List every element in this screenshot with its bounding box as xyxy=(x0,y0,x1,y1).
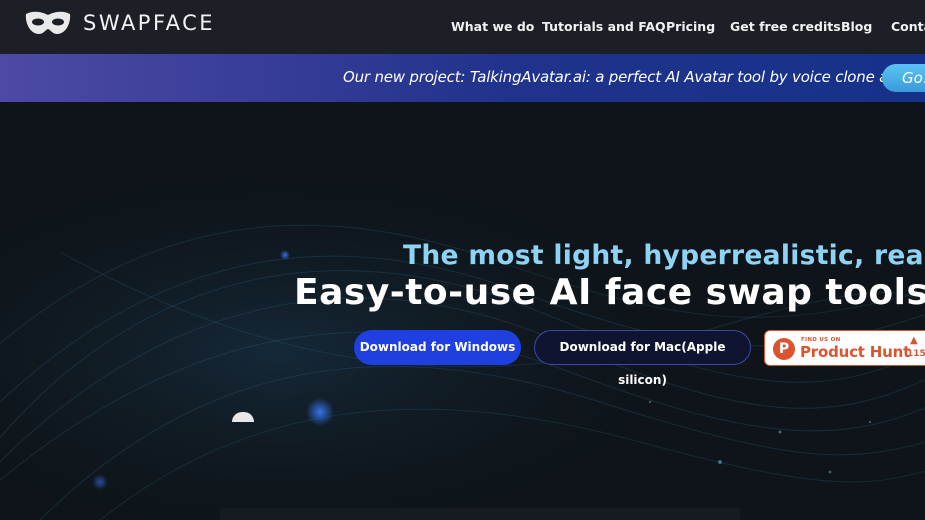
preview-strip xyxy=(220,508,740,520)
nav-blog[interactable]: Blog xyxy=(841,19,872,35)
nav-get-free-credits[interactable]: Get free credits xyxy=(730,19,841,35)
banner-go-button[interactable]: Go! xyxy=(882,64,925,92)
nav-tutorials-faq[interactable]: Tutorials and FAQ xyxy=(542,19,666,35)
hero-tagline: The most light, hyperrealistic, real-tim… xyxy=(403,240,925,271)
top-navigation: SWAPFACE What we do Tutorials and FAQ Pr… xyxy=(0,0,925,54)
product-hunt-upvote-count: 115 xyxy=(907,349,925,359)
nav-pricing[interactable]: Pricing xyxy=(666,19,715,35)
download-windows-button[interactable]: Download for Windows xyxy=(354,330,521,365)
brand-logo[interactable]: SWAPFACE xyxy=(24,10,215,36)
product-hunt-badge[interactable]: P FIND US ON Product Hunt ▲ 115 xyxy=(764,330,925,366)
announcement-banner: Our new project: TalkingAvatar.ai: a per… xyxy=(0,54,925,102)
banner-text[interactable]: Our new project: TalkingAvatar.ai: a per… xyxy=(343,68,925,86)
product-hunt-name: Product Hunt xyxy=(800,343,911,361)
hero-headline: Easy-to-use AI face swap tools in the wo xyxy=(294,272,925,313)
upvote-arrow-icon: ▲ xyxy=(910,335,918,346)
product-hunt-icon: P xyxy=(773,338,795,360)
hero-section: The most light, hyperrealistic, real-tim… xyxy=(0,102,925,520)
mask-icon xyxy=(25,11,71,34)
nav-what-we-do[interactable]: What we do xyxy=(451,19,534,35)
download-mac-button[interactable]: Download for Mac(Apple silicon) xyxy=(534,330,751,387)
nav-contact[interactable]: Contac xyxy=(891,19,925,35)
brand-name: SWAPFACE xyxy=(83,11,216,35)
